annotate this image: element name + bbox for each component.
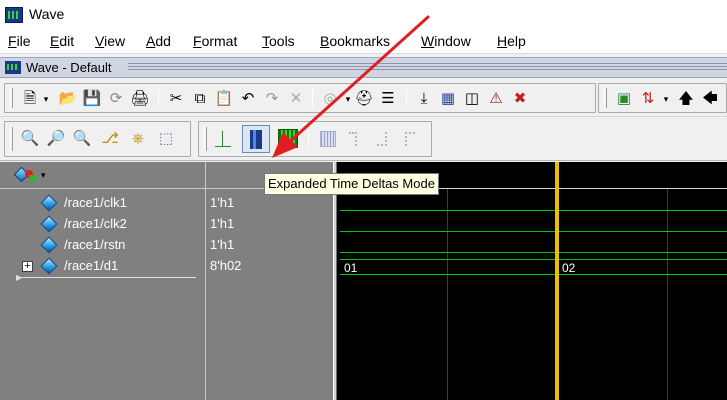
annotation-arrow [272, 15, 430, 158]
